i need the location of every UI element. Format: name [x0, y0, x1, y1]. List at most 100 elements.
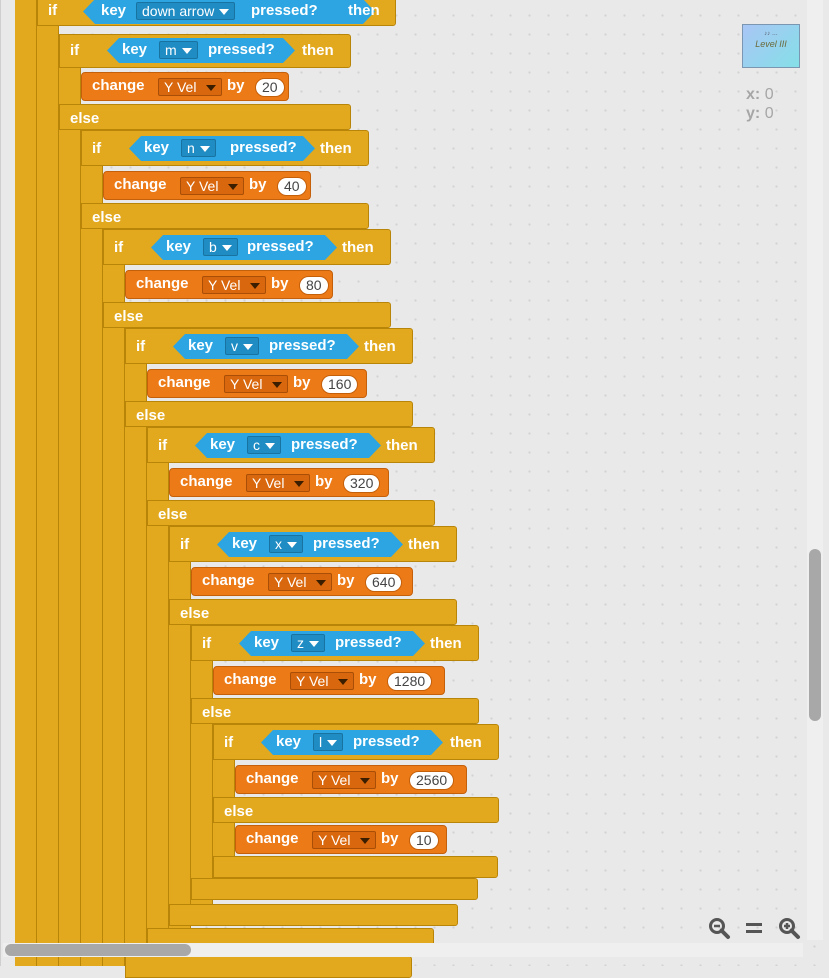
variable-dropdown[interactable]: Y Vel: [202, 276, 266, 294]
then-label: then: [386, 437, 418, 454]
by-label: by: [249, 176, 267, 193]
key-dropdown[interactable]: n: [181, 139, 216, 157]
key-pressed-block[interactable]: key v pressed?: [173, 334, 359, 359]
key-dropdown[interactable]: c: [247, 436, 281, 454]
value-input[interactable]: 80: [299, 276, 329, 295]
vertical-scrollbar[interactable]: [809, 549, 821, 721]
x-label: x:: [746, 86, 761, 103]
if-block-header[interactable]: if key n pressed? then: [81, 130, 369, 166]
key-pressed-block[interactable]: key x pressed?: [217, 532, 403, 557]
then-label: then: [430, 635, 462, 652]
key-dropdown[interactable]: m: [159, 41, 198, 59]
pressed-label: pressed?: [208, 41, 275, 58]
pressed-label: pressed?: [291, 436, 358, 453]
scripts-area[interactable]: if key down arrow pressed? then if key m…: [0, 0, 829, 978]
zoom-reset-icon: [746, 923, 762, 933]
if-block-end: [191, 878, 478, 900]
chevron-down-icon: [206, 85, 216, 91]
change-label: change: [246, 830, 299, 847]
variable-name: Y Vel: [208, 277, 241, 293]
if-block-end: [169, 904, 458, 926]
key-dropdown[interactable]: l: [313, 733, 343, 751]
value-input[interactable]: 320: [343, 474, 381, 493]
key-dropdown[interactable]: b: [203, 238, 238, 256]
variable-dropdown[interactable]: Y Vel: [246, 474, 310, 492]
variable-dropdown[interactable]: Y Vel: [268, 573, 332, 591]
key-value: c: [253, 437, 260, 453]
change-label: change: [180, 473, 233, 490]
variable-dropdown[interactable]: Y Vel: [312, 831, 376, 849]
key-dropdown[interactable]: down arrow: [136, 2, 235, 20]
value-input[interactable]: 2560: [409, 771, 455, 790]
if-block-header[interactable]: if key l pressed? then: [213, 724, 499, 760]
change-variable-block[interactable]: change Y Vel by 2560: [235, 765, 467, 794]
if-block-header[interactable]: if key b pressed? then: [103, 229, 391, 265]
by-label: by: [359, 671, 377, 688]
by-label: by: [271, 275, 289, 292]
change-variable-block[interactable]: change Y Vel by 320: [169, 468, 389, 497]
chevron-down-icon: [360, 778, 370, 784]
variable-dropdown[interactable]: Y Vel: [290, 672, 354, 690]
change-variable-block[interactable]: change Y Vel by 80: [125, 270, 333, 299]
key-label: key: [122, 41, 148, 58]
key-pressed-block[interactable]: key b pressed?: [151, 235, 337, 260]
if-label: if: [114, 239, 124, 256]
key-pressed-block[interactable]: key z pressed?: [239, 631, 425, 656]
if-label: if: [92, 140, 102, 157]
key-pressed-block[interactable]: key c pressed?: [195, 433, 381, 458]
else-label: else: [70, 110, 100, 127]
key-pressed-block[interactable]: key n pressed?: [129, 136, 315, 161]
key-label: key: [254, 634, 280, 651]
value-input[interactable]: 40: [277, 177, 307, 196]
thumbnail-caption: ♪♪ …: [764, 31, 778, 37]
variable-dropdown[interactable]: Y Vel: [180, 177, 244, 195]
key-pressed-block[interactable]: key m pressed?: [107, 38, 295, 63]
value-input[interactable]: 1280: [387, 672, 433, 691]
pressed-label: pressed?: [269, 337, 336, 354]
zoom-reset-button[interactable]: [741, 916, 767, 942]
variable-dropdown[interactable]: Y Vel: [312, 771, 376, 789]
if-block-header[interactable]: if key c pressed? then: [147, 427, 435, 463]
variable-dropdown[interactable]: Y Vel: [224, 375, 288, 393]
if-block-header[interactable]: if key v pressed? then: [125, 328, 413, 364]
value-input[interactable]: 640: [365, 573, 403, 592]
value-input[interactable]: 160: [321, 375, 359, 394]
change-variable-block[interactable]: change Y Vel by 1280: [213, 666, 445, 695]
change-variable-block[interactable]: change Y Vel by 20: [81, 72, 289, 101]
pressed-label: pressed?: [353, 733, 420, 750]
horizontal-scrollbar[interactable]: [5, 944, 191, 956]
key-pressed-block[interactable]: key down arrow pressed?: [83, 0, 375, 24]
chevron-down-icon: [243, 344, 253, 350]
change-variable-block[interactable]: change Y Vel by 160: [147, 369, 367, 398]
zoom-out-button[interactable]: [706, 916, 732, 942]
change-variable-block[interactable]: change Y Vel by 640: [191, 567, 413, 596]
if-block-body: [15, 0, 37, 966]
variable-dropdown[interactable]: Y Vel: [158, 78, 222, 96]
else-label: else: [92, 209, 122, 226]
key-pressed-block[interactable]: key l pressed?: [261, 730, 443, 755]
x-value: 0: [764, 86, 774, 103]
if-label: if: [70, 42, 80, 59]
key-dropdown[interactable]: z: [291, 634, 325, 652]
key-dropdown[interactable]: v: [225, 337, 259, 355]
change-variable-block[interactable]: change Y Vel by 10: [235, 825, 447, 854]
key-dropdown[interactable]: x: [269, 535, 303, 553]
sprite-thumbnail[interactable]: ♪♪ … Level III: [742, 24, 800, 68]
else-block-body: [37, 0, 59, 966]
if-block-header[interactable]: if key m pressed? then: [59, 34, 351, 68]
key-label: key: [232, 535, 258, 552]
change-variable-block[interactable]: change Y Vel by 40: [103, 171, 311, 200]
zoom-in-button[interactable]: [776, 916, 802, 942]
if-label: if: [48, 2, 58, 19]
key-value: z: [297, 635, 304, 651]
if-block-header[interactable]: if key x pressed? then: [169, 526, 457, 562]
key-label: key: [210, 436, 236, 453]
if-block-header[interactable]: if key down arrow pressed? then: [37, 0, 396, 26]
vertical-scroll-track[interactable]: [807, 0, 823, 940]
value-input[interactable]: 10: [409, 831, 439, 850]
thumbnail-title: Level III: [755, 39, 787, 49]
if-block-header[interactable]: if key z pressed? then: [191, 625, 479, 661]
variable-name: Y Vel: [274, 574, 307, 590]
value-input[interactable]: 20: [255, 78, 285, 97]
else-label: else: [224, 803, 254, 820]
